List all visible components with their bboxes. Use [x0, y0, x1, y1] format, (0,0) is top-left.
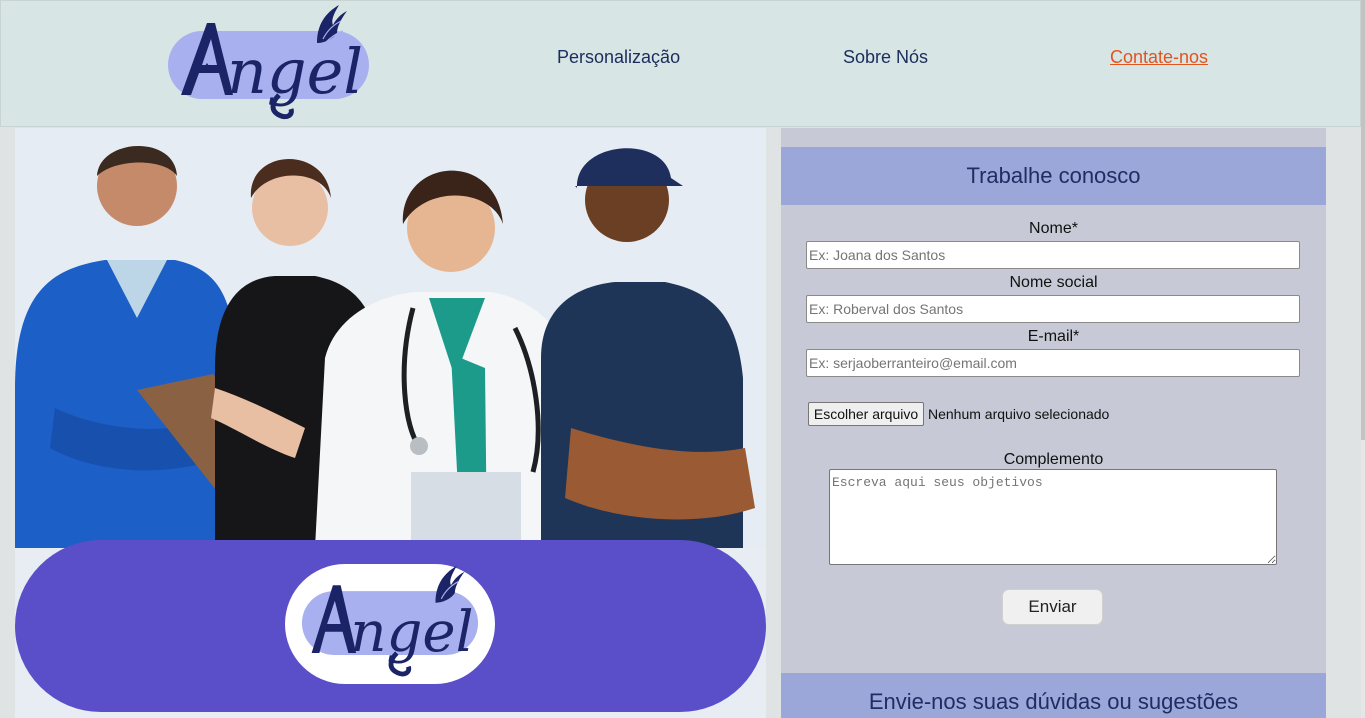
work-with-us-panel: Trabalhe conosco Nome* Nome social E-mai…: [781, 128, 1326, 718]
feedback-title: Envie-nos suas dúvidas ou sugestões: [781, 673, 1326, 718]
scrollbar-thumb[interactable]: [1361, 0, 1365, 440]
site-header: ngel Personalização Sobre Nós Contate-no…: [0, 0, 1361, 127]
form-title: Trabalhe conosco: [781, 147, 1326, 205]
page-scrollbar[interactable]: [1361, 0, 1365, 718]
file-status-text: Nenhum arquivo selecionado: [928, 406, 1110, 422]
social-name-input[interactable]: [806, 295, 1300, 323]
nav-personalizacao[interactable]: Personalização: [557, 47, 680, 68]
email-label: E-mail*: [1027, 328, 1080, 345]
svg-text:ngel: ngel: [350, 600, 473, 665]
nav-sobre-nos[interactable]: Sobre Nós: [843, 47, 928, 68]
name-input[interactable]: [806, 241, 1300, 269]
nav-contate-nos[interactable]: Contate-nos: [1110, 47, 1208, 68]
submit-button[interactable]: Enviar: [1003, 590, 1102, 624]
angel-logo[interactable]: ngel: [167, 3, 373, 127]
banner-angel-logo: ngel: [285, 564, 495, 684]
social-name-label: Nome social: [1009, 274, 1098, 291]
choose-file-button[interactable]: Escolher arquivo: [808, 402, 924, 426]
workers-photo: [15, 128, 766, 548]
svg-text:ngel: ngel: [227, 35, 363, 108]
logo-banner: ngel: [15, 540, 766, 712]
complement-textarea[interactable]: [829, 469, 1277, 565]
hero-panel: ngel: [15, 128, 766, 718]
email-input[interactable]: [806, 349, 1300, 377]
name-label: Nome*: [1029, 220, 1078, 237]
complement-label: Complemento: [1003, 451, 1104, 468]
page: ngel Personalização Sobre Nós Contate-no…: [0, 0, 1365, 718]
